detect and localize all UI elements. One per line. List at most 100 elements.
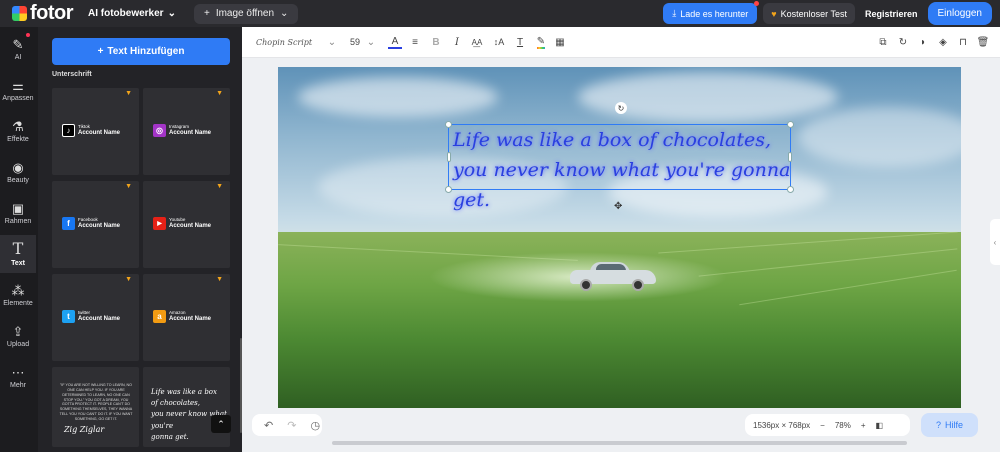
- text-selection-box[interactable]: Life was like a box of chocolates, you n…: [445, 121, 794, 211]
- facebook-icon: f: [62, 217, 75, 230]
- move-handle-icon[interactable]: ✥: [614, 201, 622, 212]
- line-height-button[interactable]: ↕A: [492, 35, 506, 49]
- chevron-down-icon[interactable]: ⌄: [366, 35, 376, 49]
- tile-account: Account Name: [169, 129, 212, 136]
- template-tile-quote[interactable]: "IF YOU ARE NOT WILLING TO LEARN, NO ONE…: [52, 367, 139, 447]
- text-panel: + Text Hinzufügen Unterschrift ▼ ♪ Tikto…: [38, 27, 242, 452]
- open-image-button[interactable]: + Image öffnen ⌄: [193, 3, 299, 24]
- resize-handle[interactable]: [787, 121, 794, 128]
- image-canvas[interactable]: ↻ Life was like a box of chocolates, you…: [278, 67, 961, 408]
- template-tile-amazon[interactable]: ▼ a Amazon Account Name: [143, 274, 230, 361]
- rail-item-ai[interactable]: ✎ AI: [0, 30, 36, 68]
- template-tile-script[interactable]: Life was like a box of chocolates, you n…: [143, 367, 230, 447]
- tool-dropdown[interactable]: AI fotobewerker ⌄: [88, 8, 176, 19]
- canvas-dimensions[interactable]: 1536px × 768px: [753, 421, 810, 430]
- font-family-select[interactable]: Chopin Script: [256, 35, 326, 49]
- underline-button[interactable]: T: [513, 35, 527, 49]
- premium-crown-icon: ▼: [216, 276, 223, 283]
- redo-rotate-button[interactable]: ↻: [896, 35, 910, 49]
- template-tile-tiktok[interactable]: ▼ ♪ Tiktok Account Name: [52, 88, 139, 175]
- resize-handle[interactable]: [447, 152, 451, 162]
- undo-icon[interactable]: ↶: [264, 419, 273, 432]
- more-icon: ⋯: [11, 364, 25, 380]
- script-line: of chocolates,: [151, 399, 200, 408]
- text-color-button[interactable]: A: [388, 35, 402, 49]
- template-tile-youtube[interactable]: ▼ ▶ Youtube Account Name: [143, 181, 230, 268]
- shapes-icon: ⁂: [11, 282, 25, 298]
- premium-crown-icon: ▼: [216, 183, 223, 190]
- rail-item-effekte[interactable]: ⚗ Effekte: [0, 112, 36, 150]
- layers-icon: ◈: [939, 36, 947, 48]
- youtube-icon: ▶: [153, 217, 166, 230]
- login-button[interactable]: Einloggen: [927, 2, 992, 25]
- resize-handle[interactable]: [445, 186, 452, 193]
- workspace: Chopin Script ⌄ 59 ⌄ A ≡ B I A͟A ↕A T ✎ …: [242, 27, 1000, 452]
- free-trial-button[interactable]: ♥ Kostenloser Test: [763, 3, 855, 24]
- horizontal-scrollbar[interactable]: [332, 441, 907, 445]
- chevron-down-icon: ⌄: [167, 8, 176, 19]
- rail-item-mehr[interactable]: ⋯ Mehr: [0, 358, 36, 396]
- redo-icon[interactable]: ↷: [287, 419, 296, 432]
- rotate-handle-icon[interactable]: ↻: [615, 102, 627, 114]
- align-left-button[interactable]: ≡: [408, 35, 422, 49]
- template-tile-facebook[interactable]: ▼ f Facebook Account Name: [52, 181, 139, 268]
- lock-icon: ⊓: [959, 36, 967, 48]
- rail-item-beauty[interactable]: ◉ Beauty: [0, 153, 36, 191]
- zoom-in-icon[interactable]: +: [861, 421, 866, 430]
- canvas-text-line: Life was like a box of chocolates,: [453, 129, 772, 151]
- transparency-button[interactable]: ▦: [553, 35, 567, 49]
- add-text-label: Text Hinzufügen: [107, 46, 185, 57]
- rail-item-upload[interactable]: ⇪ Upload: [0, 317, 36, 355]
- tile-account: Account Name: [78, 315, 121, 322]
- layers-button[interactable]: ◈: [936, 35, 950, 49]
- fotor-logo[interactable]: fotor: [12, 2, 80, 25]
- history-icon[interactable]: ◷: [310, 419, 320, 432]
- text-toolbar: Chopin Script ⌄ 59 ⌄ A ≡ B I A͟A ↕A T ✎ …: [242, 27, 1000, 58]
- rail-item-rahmen[interactable]: ▣ Rahmen: [0, 194, 36, 232]
- rail-item-anpassen[interactable]: ⚌ Anpassen: [0, 71, 36, 109]
- tool-dropdown-label: AI fotobewerker: [88, 8, 164, 19]
- delete-button[interactable]: 🗑: [976, 35, 990, 49]
- compare-icon[interactable]: ◧: [876, 421, 884, 430]
- download-label: Lade es herunter: [680, 8, 749, 19]
- bold-button[interactable]: B: [429, 35, 443, 49]
- resize-handle[interactable]: [788, 152, 792, 162]
- duplicate-button[interactable]: ⧉: [876, 35, 890, 49]
- download-icon: ⤓: [672, 8, 677, 18]
- underline-icon: T: [516, 36, 524, 48]
- chevron-left-icon: ‹: [993, 237, 997, 247]
- checkerboard-icon: ▦: [555, 36, 565, 48]
- expand-right-panel-button[interactable]: ‹: [990, 219, 1000, 265]
- rail-item-elemente[interactable]: ⁂ Elemente: [0, 276, 36, 314]
- help-button[interactable]: ? Hilfe: [921, 413, 978, 437]
- text-icon: T: [12, 239, 24, 258]
- zoom-out-icon[interactable]: −: [820, 421, 825, 430]
- effect-button[interactable]: ◗: [916, 35, 930, 49]
- add-text-button[interactable]: + Text Hinzufügen: [52, 38, 230, 65]
- resize-handle[interactable]: [787, 186, 794, 193]
- zoom-level[interactable]: 78%: [835, 421, 851, 430]
- download-button[interactable]: ⤓ Lade es herunter: [663, 1, 760, 24]
- letter-spacing-button[interactable]: A͟A: [470, 35, 484, 49]
- rail-item-label: Effekte: [7, 135, 29, 143]
- highlight-button[interactable]: ✎: [534, 35, 548, 49]
- lock-button[interactable]: ⊓: [956, 35, 970, 49]
- scroll-top-button[interactable]: ⌃: [211, 415, 231, 433]
- italic-button[interactable]: I: [450, 35, 464, 49]
- rail-item-text[interactable]: T Text: [0, 235, 36, 273]
- register-link[interactable]: Registrieren: [861, 9, 922, 19]
- font-size-select[interactable]: 59: [347, 35, 363, 49]
- resize-handle[interactable]: [445, 121, 452, 128]
- italic-icon: I: [455, 36, 459, 48]
- tile-account: Account Name: [169, 315, 212, 322]
- chevron-down-icon[interactable]: ⌄: [327, 35, 337, 49]
- duplicate-icon: ⧉: [879, 36, 887, 48]
- heart-icon: ♥: [771, 8, 777, 19]
- template-tile-twitter[interactable]: ▼ t twitter Account Name: [52, 274, 139, 361]
- free-trial-label: Kostenloser Test: [780, 8, 847, 19]
- plus-icon: +: [203, 8, 210, 19]
- logo-text: fotor: [30, 2, 74, 24]
- template-tile-instagram[interactable]: ▼ ◎ Instagram Account Name: [143, 88, 230, 175]
- eye-icon: ◉: [12, 159, 24, 175]
- rotate-icon: ↻: [898, 36, 908, 48]
